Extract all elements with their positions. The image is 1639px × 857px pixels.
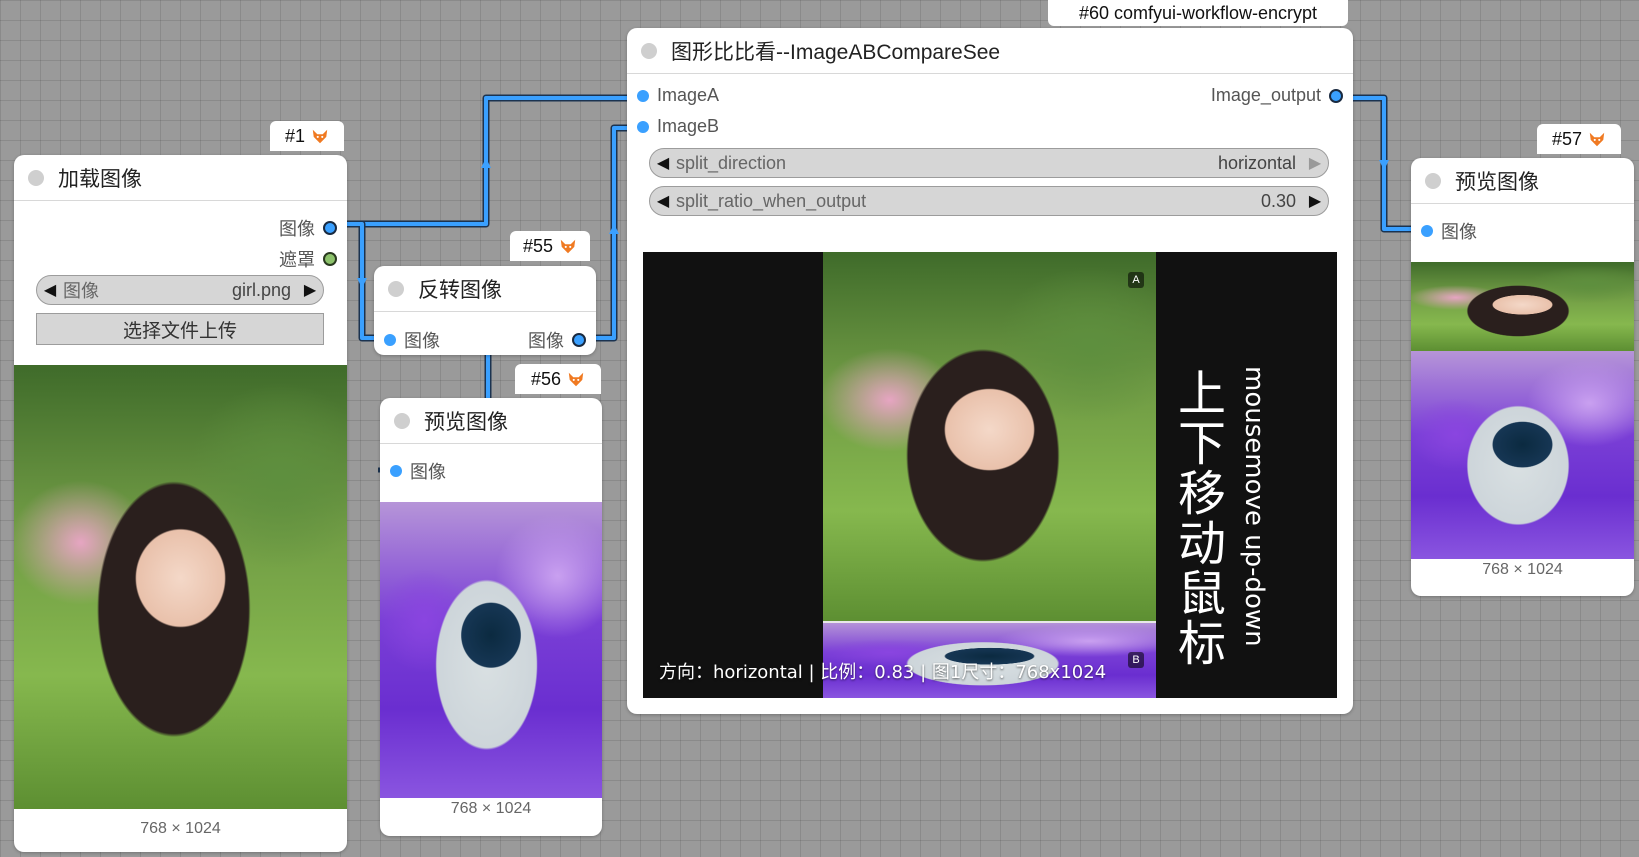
- collapse-dot-icon[interactable]: [1425, 172, 1441, 189]
- node-preview-image-57[interactable]: 预览图像 图像 768 × 1024: [1411, 158, 1634, 596]
- fox-icon: [1589, 132, 1605, 147]
- image-b-part: [1411, 351, 1634, 559]
- hint-chinese: 上下移动鼠标: [1169, 368, 1225, 668]
- widget-label: 图像: [63, 281, 99, 301]
- arrow-right-icon[interactable]: ▶: [1302, 153, 1328, 173]
- node-id-badge: #56: [515, 364, 601, 394]
- fox-icon: [560, 239, 576, 254]
- node-id-text: #55: [522, 235, 554, 256]
- collapse-dot-icon[interactable]: [394, 412, 410, 429]
- output-slot-label: Image_output: [1210, 85, 1321, 105]
- arrow-left-icon[interactable]: ◀: [650, 191, 676, 211]
- node-title: 反转图像: [418, 278, 502, 302]
- node-id-text: #57: [1551, 128, 1583, 149]
- output-slot-image[interactable]: 图像: [279, 215, 337, 241]
- widget-value: horizontal: [1217, 152, 1296, 173]
- image-preview: [1411, 262, 1634, 559]
- widget-label: split_ratio_when_output: [676, 190, 867, 211]
- output-slot-label: 图像: [279, 219, 315, 239]
- node-id-text: #60 comfyui-workflow-encrypt: [1078, 2, 1318, 23]
- image-a: [823, 252, 1156, 622]
- input-pin-icon[interactable]: [1421, 225, 1433, 237]
- arrow-right-icon[interactable]: ▶: [297, 280, 323, 300]
- arrow-left-icon[interactable]: ◀: [650, 153, 676, 173]
- input-slot-label: ImageA: [657, 85, 720, 105]
- collapse-dot-icon[interactable]: [28, 169, 44, 186]
- node-header[interactable]: 预览图像: [380, 398, 602, 444]
- fox-icon: [312, 129, 328, 144]
- link-arrow: [481, 158, 491, 168]
- output-pin-icon[interactable]: [572, 333, 586, 347]
- input-pin-icon[interactable]: [637, 89, 649, 102]
- marker-a: A: [1128, 272, 1144, 288]
- node-id-badge: #1: [270, 121, 344, 151]
- compare-image-area[interactable]: A B: [823, 252, 1156, 698]
- link-arrow: [357, 278, 367, 288]
- output-pin-icon[interactable]: [1329, 88, 1343, 103]
- image-size-label: 768 × 1024: [450, 800, 532, 817]
- image-size-label: 768 × 1024: [140, 820, 221, 837]
- input-pin-icon[interactable]: [390, 465, 402, 477]
- input-slot-label: ImageB: [657, 116, 720, 136]
- output-slot-image-output[interactable]: Image_output: [1211, 85, 1343, 106]
- link-arrow: [609, 224, 619, 234]
- image-preview: [380, 502, 602, 798]
- input-slot-label: 图像: [1441, 222, 1477, 242]
- marker-b: B: [1128, 652, 1144, 668]
- split-line[interactable]: [823, 621, 1156, 623]
- status-overlay: 方向：horizontal | 比例：0.83 | 图1尺寸：768x1024: [659, 662, 1107, 683]
- node-header[interactable]: 图形比比看--ImageABCompareSee: [627, 28, 1353, 74]
- output-slot-mask[interactable]: 遮罩: [279, 246, 337, 272]
- input-slot-image[interactable]: 图像: [384, 327, 440, 353]
- node-header[interactable]: 预览图像: [1411, 158, 1634, 204]
- arrow-right-icon[interactable]: ▶: [1302, 191, 1328, 211]
- node-id-badge: #57: [1537, 124, 1621, 154]
- input-slot-image-b[interactable]: ImageB: [637, 116, 719, 137]
- fox-icon: [568, 372, 584, 387]
- widget-value: 0.30: [1260, 190, 1296, 211]
- node-header[interactable]: 加载图像: [14, 155, 347, 201]
- widget-value: girl.png: [231, 279, 291, 300]
- image-a-part: [1411, 262, 1634, 351]
- node-id-text: #1: [284, 125, 306, 146]
- input-slot-label: 图像: [404, 331, 440, 351]
- input-slot-image[interactable]: 图像: [1421, 218, 1477, 244]
- link-load-to-compare-a: [333, 94, 644, 228]
- input-slot-label: 图像: [410, 462, 446, 482]
- compare-viewer[interactable]: A B 上下移动鼠标 mousemove up-down 方向：horizont…: [643, 252, 1337, 698]
- node-title: 预览图像: [1455, 170, 1539, 194]
- node-header[interactable]: 反转图像: [374, 266, 596, 312]
- node-id-badge: #60 comfyui-workflow-encrypt: [1048, 0, 1348, 26]
- node-title: 图形比比看--ImageABCompareSee: [671, 40, 1001, 64]
- input-slot-image-a[interactable]: ImageA: [637, 85, 719, 106]
- image-size-label: 768 × 1024: [1482, 561, 1563, 578]
- collapse-dot-icon[interactable]: [388, 280, 404, 297]
- input-pin-icon[interactable]: [384, 334, 396, 346]
- node-preview-image-56[interactable]: 预览图像 图像 768 × 1024: [380, 398, 602, 836]
- node-title: 预览图像: [424, 410, 508, 434]
- input-slot-image[interactable]: 图像: [390, 458, 446, 484]
- node-invert-image[interactable]: 反转图像 图像 图像: [374, 266, 596, 355]
- image-select-widget[interactable]: ◀ 图像 girl.png ▶: [36, 275, 324, 305]
- node-image-ab-compare[interactable]: 图形比比看--ImageABCompareSee ImageA ImageB I…: [627, 28, 1353, 714]
- node-id-badge: #55: [510, 231, 590, 261]
- output-slot-image[interactable]: 图像: [528, 327, 586, 353]
- node-title: 加载图像: [58, 167, 142, 191]
- output-pin-icon[interactable]: [323, 221, 337, 235]
- node-load-image[interactable]: 加载图像 图像 遮罩 ◀ 图像 girl.png ▶ 选择文件上传 768 × …: [14, 155, 347, 852]
- collapse-dot-icon[interactable]: [641, 42, 657, 59]
- hint-english: mousemove up-down: [1239, 366, 1269, 647]
- input-pin-icon[interactable]: [637, 120, 649, 133]
- split-direction-widget[interactable]: ◀ split_direction horizontal ▶: [649, 148, 1329, 178]
- split-ratio-widget[interactable]: ◀ split_ratio_when_output 0.30 ▶: [649, 186, 1329, 216]
- arrow-left-icon[interactable]: ◀: [37, 280, 63, 300]
- upload-button[interactable]: 选择文件上传: [36, 313, 324, 345]
- output-slot-label: 图像: [528, 331, 564, 351]
- link-arrow: [1379, 160, 1389, 170]
- widget-label: split_direction: [676, 152, 787, 173]
- output-slot-label: 遮罩: [279, 250, 315, 270]
- image-preview: [14, 365, 347, 809]
- output-pin-icon[interactable]: [323, 252, 337, 266]
- node-id-text: #56: [530, 368, 562, 389]
